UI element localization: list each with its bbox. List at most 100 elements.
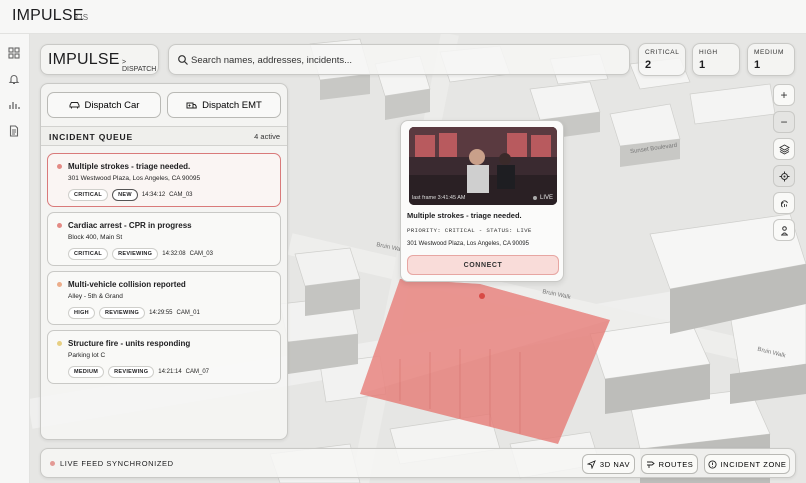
incident-camera: CAM_07 <box>185 369 209 375</box>
live-dot-icon <box>532 196 537 200</box>
queue-count: 4 active <box>254 132 280 141</box>
stat-medium[interactable]: MEDIUM 1 <box>747 43 795 76</box>
layers-icon <box>778 143 790 155</box>
priority-badge: HIGH <box>68 307 95 319</box>
stat-label: CRITICAL <box>645 49 680 56</box>
incident-address: Block 400, Main St <box>68 234 123 241</box>
locate-button[interactable] <box>773 165 795 187</box>
queue-header: INCIDENT QUEUE 4 active <box>41 126 287 146</box>
search-bar[interactable] <box>168 44 630 75</box>
priority-badge: CRITICAL <box>68 189 109 201</box>
camera-feed[interactable]: last frame 3:41:45 AM LIVE <box>409 127 557 205</box>
car-icon <box>69 101 80 108</box>
dispatch-car-button[interactable]: Dispatch Car <box>47 92 161 118</box>
zoom-out-button[interactable]: − <box>773 111 795 133</box>
status-badge: NEW <box>112 189 138 201</box>
incident-time: 14:34:12 <box>141 192 166 198</box>
priority-dot <box>57 341 62 346</box>
popup-priority: PRIORITY: CRITICAL - STATUS: LIVE <box>407 227 532 234</box>
popup-address: 301 Westwood Plaza, Los Angeles, CA 9009… <box>407 241 529 247</box>
zoom-in-button[interactable]: + <box>773 84 795 106</box>
routes-label: ROUTES <box>658 459 694 469</box>
incident-camera: CAM_03 <box>189 251 213 257</box>
incident-card[interactable]: Multiple strokes - triage needed. 301 We… <box>47 153 281 207</box>
status-badge: REVIEWING <box>98 307 146 319</box>
priority-dot <box>57 223 62 228</box>
grid-icon[interactable] <box>8 47 20 59</box>
nav-3d-label: 3D NAV <box>599 459 631 469</box>
incident-zone-label: INCIDENT ZONE <box>720 459 787 469</box>
incident-popup: last frame 3:41:45 AM LIVE Multiple stro… <box>400 120 564 282</box>
priority-dot <box>57 164 62 169</box>
incident-panel: Dispatch Car Dispatch EMT INCIDENT QUEUE… <box>40 83 288 440</box>
dispatch-emt-button[interactable]: Dispatch EMT <box>167 92 281 118</box>
brand-name: IMPULSE <box>48 51 120 68</box>
incident-zone-button[interactable]: INCIDENT ZONE <box>704 454 790 474</box>
routes-icon <box>646 461 655 468</box>
stat-label: HIGH <box>699 49 718 56</box>
incident-card[interactable]: Multi-vehicle collision reported Alley -… <box>47 271 281 325</box>
incident-title: Multiple strokes - triage needed. <box>68 162 191 171</box>
queue-title: INCIDENT QUEUE <box>49 132 133 142</box>
map-view[interactable]: Bruin Walk Bruin Walk Bruin Walk Sunset … <box>30 34 806 483</box>
fingerprint-button[interactable] <box>773 192 795 214</box>
incident-camera: CAM_03 <box>169 192 193 198</box>
connect-button[interactable]: CONNECT <box>407 255 559 275</box>
feed-timestamp: last frame 3:41:45 AM <box>412 195 466 201</box>
sync-status: LIVE FEED SYNCHRONIZED <box>50 459 174 468</box>
fingerprint-icon <box>780 199 788 207</box>
incident-address: 301 Westwood Plaza, Los Angeles, CA 9009… <box>68 175 201 182</box>
incident-time: 14:21:14 <box>158 369 182 375</box>
priority-badge: CRITICAL <box>68 248 109 260</box>
stat-value: 1 <box>754 59 761 71</box>
stat-critical[interactable]: CRITICAL 2 <box>638 43 686 76</box>
navigation-arrow-icon <box>586 459 596 469</box>
status-badge: REVIEWING <box>108 366 155 378</box>
camera-feed-image <box>409 127 557 205</box>
stat-label: MEDIUM <box>754 49 784 56</box>
incident-title: Cardiac arrest - CPR in progress <box>68 221 192 230</box>
ambulance-icon <box>186 102 197 108</box>
live-indicator: LIVE <box>532 195 553 201</box>
incident-title: Structure fire - units responding <box>68 339 191 348</box>
bottom-bar: LIVE FEED SYNCHRONIZED 3D NAV ROUTES INC… <box>40 448 796 478</box>
incident-time: 14:29:55 <box>149 310 173 316</box>
dispatch-emt-label: Dispatch EMT <box>202 99 262 111</box>
locate-icon <box>779 171 789 181</box>
incident-title: Multi-vehicle collision reported <box>68 280 186 289</box>
incident-address: Parking lot C <box>68 352 106 359</box>
priority-dot <box>57 282 62 287</box>
brand-tag: > DISPATCH <box>122 59 157 73</box>
incident-address: Alley - 5th & Grand <box>68 293 123 300</box>
document-icon[interactable] <box>8 125 20 137</box>
routes-button[interactable]: ROUTES <box>641 454 698 474</box>
alert-circle-icon <box>707 459 717 469</box>
zoom-out-icon: − <box>780 115 788 129</box>
sync-label: LIVE FEED SYNCHRONIZED <box>60 459 174 468</box>
bell-icon[interactable] <box>8 73 20 85</box>
incident-card[interactable]: Structure fire - units responding Parkin… <box>47 330 281 384</box>
priority-badge: MEDIUM <box>68 366 105 378</box>
app-title: IMPULSE <box>12 7 84 24</box>
search-input[interactable] <box>191 49 621 71</box>
sync-dot-icon <box>50 461 55 466</box>
person-pin-button[interactable] <box>773 219 795 241</box>
nav-3d-button[interactable]: 3D NAV <box>582 454 635 474</box>
layers-button[interactable] <box>773 138 795 160</box>
incident-camera: CAM_01 <box>176 310 200 316</box>
app-subtitle: OS <box>76 13 89 22</box>
left-rail <box>0 34 30 483</box>
stat-high[interactable]: HIGH 1 <box>692 43 740 76</box>
chart-icon[interactable] <box>8 99 20 111</box>
stat-value: 2 <box>645 59 652 71</box>
zoom-in-icon: + <box>780 88 788 102</box>
app-bar: IMPULSE OS <box>0 0 806 34</box>
brand-badge: IMPULSE > DISPATCH <box>40 44 159 75</box>
incident-time: 14:32:08 <box>162 251 186 257</box>
incident-card[interactable]: Cardiac arrest - CPR in progress Block 4… <box>47 212 281 266</box>
status-badge: REVIEWING <box>112 248 159 260</box>
search-icon <box>178 55 188 65</box>
live-label: LIVE <box>539 195 553 201</box>
popup-title: Multiple strokes - triage needed. <box>407 211 522 220</box>
stat-value: 1 <box>699 59 706 71</box>
